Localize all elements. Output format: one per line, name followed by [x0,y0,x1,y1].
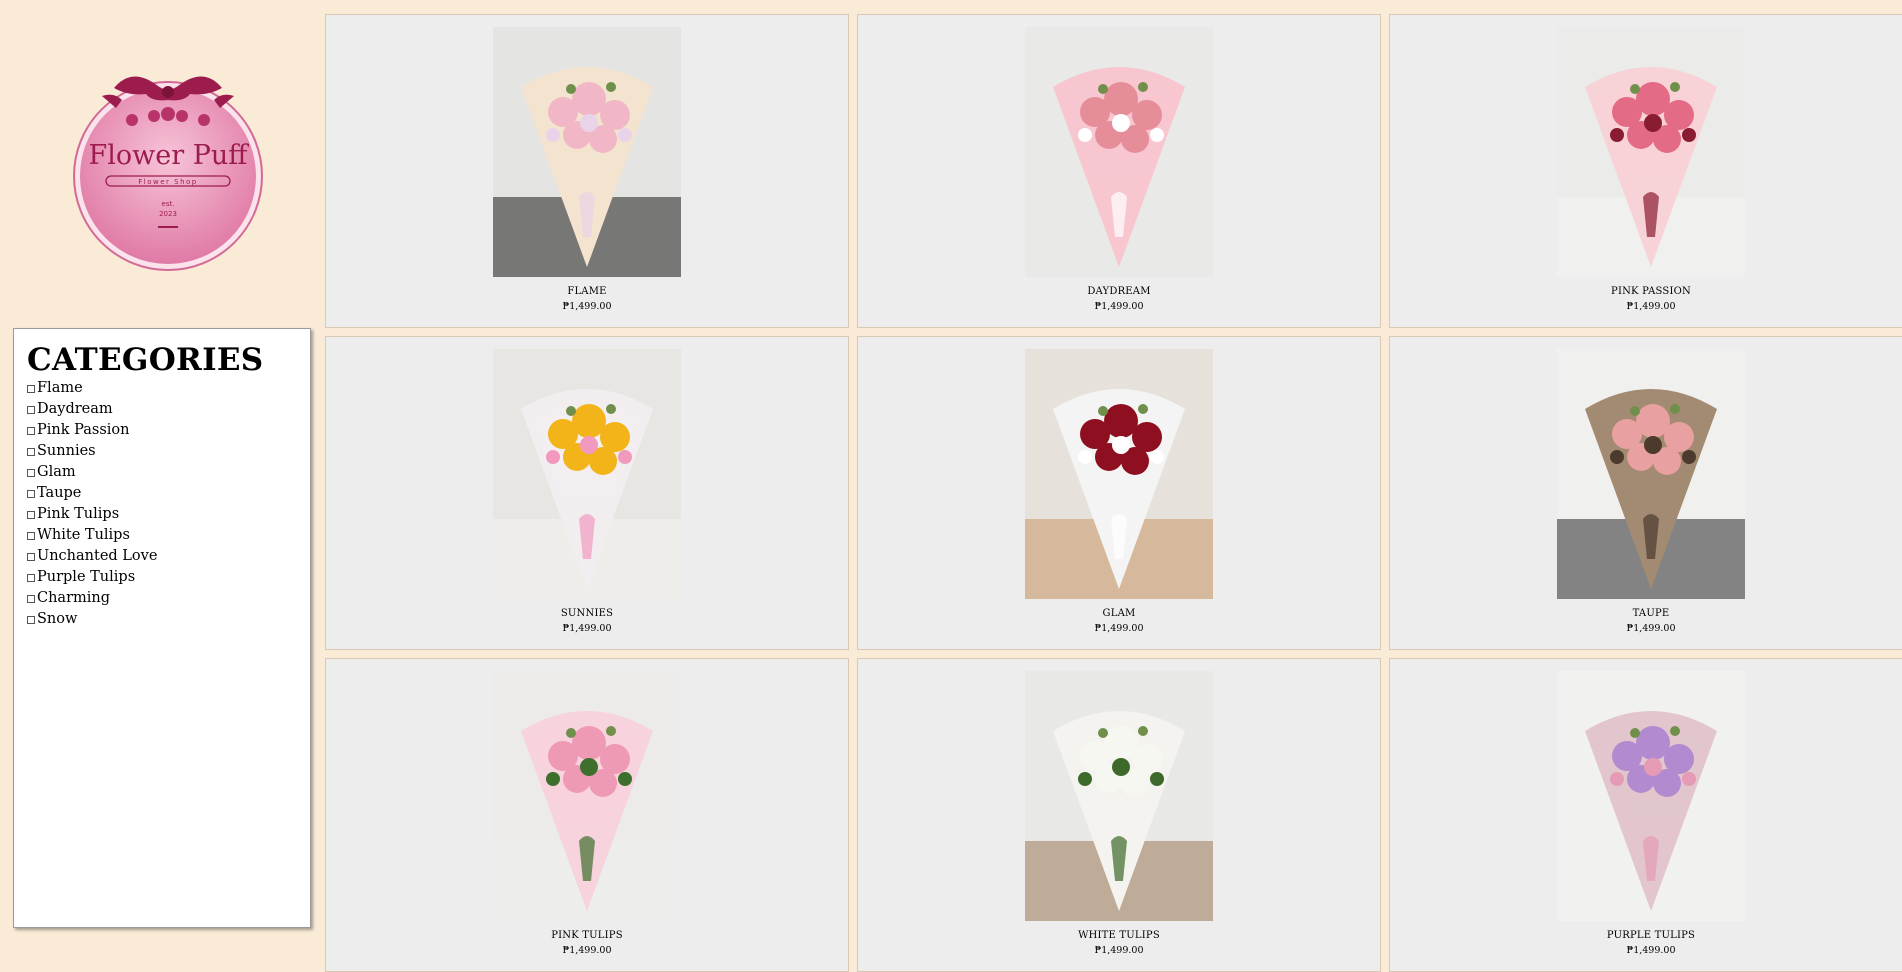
category-item-taupe[interactable]: Taupe [27,483,310,504]
product-name[interactable]: TAUPE [1390,608,1902,619]
product-name[interactable]: DAYDREAM [858,286,1380,297]
bouquet-photo[interactable] [1025,27,1213,277]
checkbox-icon[interactable] [27,510,35,519]
product-card[interactable]: PINK PASSION ₱1,499.00 [1389,14,1902,328]
bouquet-photo[interactable] [1025,671,1213,921]
checkbox-icon[interactable] [27,531,35,540]
product-price: ₱1,499.00 [1094,301,1144,312]
categories-heading: CATEGORIES [27,342,264,378]
product-card[interactable]: FLAME ₱1,499.00 [325,14,849,328]
product-name[interactable]: SUNNIES [326,608,848,619]
category-item-snow[interactable]: Snow [27,609,310,630]
category-item-flame[interactable]: Flame [27,378,310,399]
category-item-glam[interactable]: Glam [27,462,310,483]
category-item-pink-passion[interactable]: Pink Passion [27,420,310,441]
category-item-pink-tulips[interactable]: Pink Tulips [27,504,310,525]
category-label: Daydream [37,401,113,417]
product-name[interactable]: PINK PASSION [1390,286,1902,297]
category-label: Pink Tulips [37,506,120,522]
category-item-unchanted-love[interactable]: Unchanted Love [27,546,310,567]
product-card[interactable]: PURPLE TULIPS ₱1,499.00 [1389,658,1902,972]
logo-wordmark: Flower Puff [89,140,250,171]
logo-area: Flower Puff Flower Shop est. 2023 [0,0,325,328]
checkbox-icon[interactable] [27,573,35,582]
category-label: Flame [37,380,83,396]
category-label: Unchanted Love [37,548,158,564]
category-item-charming[interactable]: Charming [27,588,310,609]
checkbox-icon[interactable] [27,468,35,477]
category-label: Taupe [37,485,82,501]
checkbox-icon[interactable] [27,552,35,561]
product-price: ₱1,499.00 [562,623,612,634]
product-price: ₱1,499.00 [1626,945,1676,956]
logo-year: 2023 [159,210,177,218]
product-price: ₱1,499.00 [1626,623,1676,634]
category-item-daydream[interactable]: Daydream [27,399,310,420]
product-grid: FLAME ₱1,499.00 DAYDREAM ₱1,499.00 PINK PASS… [325,14,1902,972]
product-name[interactable]: PINK TULIPS [326,930,848,941]
category-item-sunnies[interactable]: Sunnies [27,441,310,462]
bouquet-photo[interactable] [1025,349,1213,599]
checkbox-icon[interactable] [27,615,35,624]
category-list: Flame Daydream Pink Passion Sunnies Glam Taup… [27,378,310,630]
checkbox-icon[interactable] [27,489,35,498]
product-name[interactable]: PURPLE TULIPS [1390,930,1902,941]
category-label: Snow [37,611,78,627]
product-name[interactable]: FLAME [326,286,848,297]
bouquet-photo[interactable] [493,671,681,921]
product-name[interactable]: WHITE TULIPS [858,930,1380,941]
checkbox-icon[interactable] [27,426,35,435]
category-label: Charming [37,590,111,606]
product-price: ₱1,499.00 [1094,945,1144,956]
product-card[interactable]: WHITE TULIPS ₱1,499.00 [857,658,1381,972]
category-label: Sunnies [37,443,96,459]
logo-subtitle: Flower Shop [138,178,198,186]
category-label: Purple Tulips [37,569,136,585]
checkbox-icon[interactable] [27,405,35,414]
categories-sidebar: CATEGORIES Flame Daydream Pink Passion Sunn… [13,328,311,928]
category-item-white-tulips[interactable]: White Tulips [27,525,310,546]
bouquet-photo[interactable] [493,349,681,599]
logo-est: est. [162,200,175,208]
product-card[interactable]: SUNNIES ₱1,499.00 [325,336,849,650]
category-label: Glam [37,464,76,480]
product-card[interactable]: PINK TULIPS ₱1,499.00 [325,658,849,972]
checkbox-icon[interactable] [27,384,35,393]
product-card[interactable]: TAUPE ₱1,499.00 [1389,336,1902,650]
product-price: ₱1,499.00 [1626,301,1676,312]
product-card[interactable]: GLAM ₱1,499.00 [857,336,1381,650]
product-card[interactable]: DAYDREAM ₱1,499.00 [857,14,1381,328]
product-name[interactable]: GLAM [858,608,1380,619]
bouquet-photo[interactable] [1557,349,1745,599]
flower-puff-logo[interactable]: Flower Puff Flower Shop est. 2023 [62,56,302,281]
checkbox-icon[interactable] [27,594,35,603]
bouquet-photo[interactable] [493,27,681,277]
bouquet-photo[interactable] [1557,671,1745,921]
product-price: ₱1,499.00 [562,945,612,956]
product-price: ₱1,499.00 [562,301,612,312]
checkbox-icon[interactable] [27,447,35,456]
product-price: ₱1,499.00 [1094,623,1144,634]
category-item-purple-tulips[interactable]: Purple Tulips [27,567,310,588]
top-strip [325,0,1902,14]
category-label: White Tulips [37,527,130,543]
bouquet-photo[interactable] [1557,27,1745,277]
category-label: Pink Passion [37,422,130,438]
